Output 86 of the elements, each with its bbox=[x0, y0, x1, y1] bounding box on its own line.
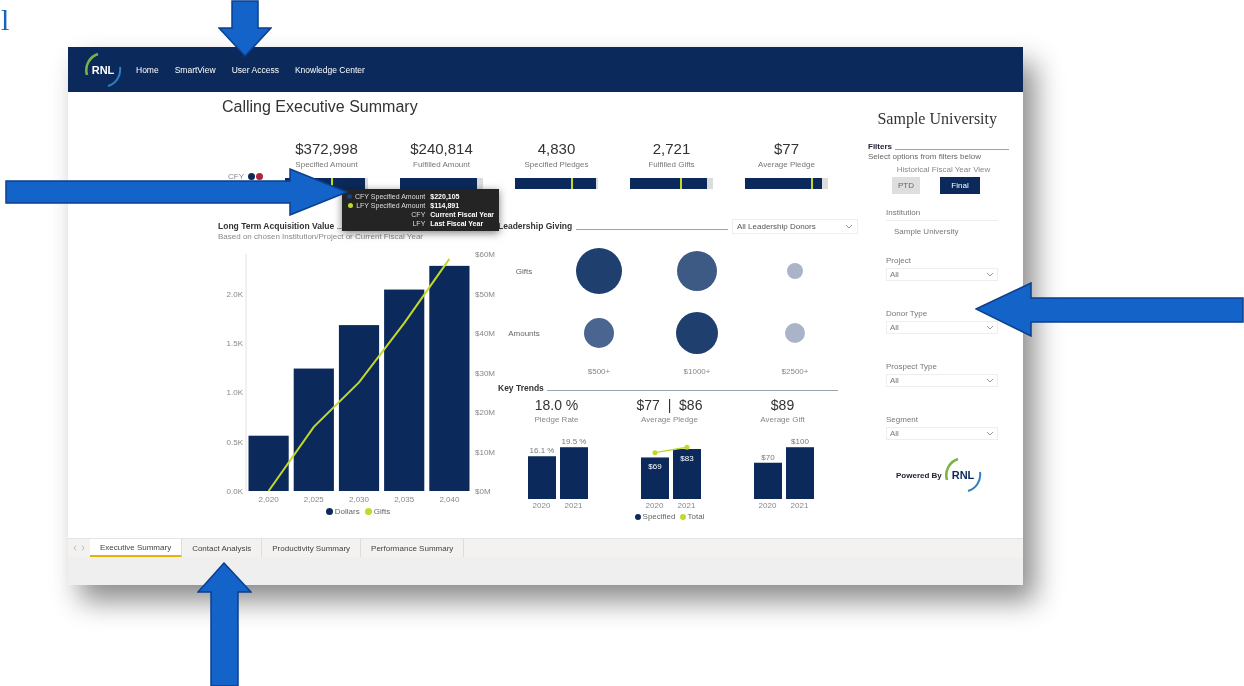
filter-label: Prospect Type bbox=[886, 362, 938, 373]
powered-by-label: Powered By bbox=[896, 470, 942, 480]
trend-value: $89 bbox=[770, 397, 795, 414]
logo: RNL bbox=[84, 50, 122, 89]
filter-label: Segment bbox=[886, 415, 920, 426]
kpi-value: $77 bbox=[774, 140, 799, 158]
filter-dropdown[interactable]: All bbox=[886, 268, 998, 281]
nav-link[interactable]: Home bbox=[136, 64, 159, 75]
axis-label: $10M bbox=[475, 447, 495, 457]
legend-item: Dollars bbox=[325, 507, 360, 516]
filter-dropdown[interactable]: All bbox=[886, 427, 998, 440]
filter-dropdown[interactable]: All bbox=[886, 374, 998, 387]
category-label: 2021 bbox=[789, 501, 810, 510]
kpi-label: Specified Amount bbox=[295, 160, 358, 170]
category-label: 2021 bbox=[563, 501, 584, 510]
kpi-label: Fulfilled Gifts bbox=[648, 160, 695, 170]
filter-label: Donor Type bbox=[886, 309, 929, 320]
data-label: $70 bbox=[760, 452, 775, 462]
row-label: Amounts bbox=[508, 328, 540, 338]
legend-item: Specified bbox=[634, 512, 676, 521]
legend-item: Total bbox=[679, 512, 705, 521]
trend-value: $77 | $86 bbox=[636, 397, 703, 414]
trend-label: Average Pledge bbox=[641, 415, 698, 424]
toggle-button[interactable]: Final bbox=[940, 177, 980, 194]
filters-hint: Select options from filters below bbox=[868, 152, 982, 161]
axis-label: $0M bbox=[475, 487, 491, 496]
axis-label: $40M bbox=[475, 329, 495, 338]
row-label: Gifts bbox=[515, 266, 533, 276]
axis-label: $50M bbox=[475, 289, 495, 299]
donor-dropdown[interactable]: All Leadership Donors bbox=[732, 218, 858, 234]
institution-title: Sample University bbox=[877, 110, 997, 128]
trend-label: Pledge Rate bbox=[534, 415, 579, 424]
axis-label: $20M bbox=[475, 408, 495, 417]
nav-link[interactable]: User Access bbox=[231, 64, 279, 75]
axis-label: 2,030 bbox=[349, 495, 369, 504]
filter-dropdown[interactable]: All bbox=[886, 321, 998, 334]
nav-link[interactable]: Knowledge Center bbox=[294, 64, 365, 75]
axis-label: 2,025 bbox=[303, 495, 324, 504]
axis-label: 0.5K bbox=[226, 437, 243, 447]
legend-label: CFY bbox=[228, 172, 244, 181]
data-label: 19.5 % bbox=[561, 437, 586, 447]
column-label: $2500+ bbox=[781, 366, 809, 376]
kpi-label: Specified Pledges bbox=[524, 160, 589, 170]
kpi-label: Fulfilled Amount bbox=[413, 160, 470, 170]
column-label: $500+ bbox=[587, 366, 611, 376]
category-label: 2020 bbox=[531, 501, 552, 510]
kpi-value: $240,814 bbox=[410, 140, 473, 158]
toggle-label: Historical Fiscal Year View bbox=[896, 165, 991, 174]
page-tab[interactable]: Executive Summary bbox=[90, 539, 183, 557]
filter-label: Project bbox=[886, 256, 912, 267]
axis-label: 2,035 bbox=[394, 495, 415, 504]
data-label: $100 bbox=[790, 437, 809, 447]
axis-label: 2,040 bbox=[439, 495, 460, 504]
kpi-label: Average Pledge bbox=[758, 160, 815, 170]
kpi-value: $372,998 bbox=[295, 140, 358, 158]
filter-label: Institution bbox=[886, 208, 998, 221]
axis-label: 0.0K bbox=[226, 487, 243, 496]
kpi-value: 4,830 bbox=[537, 140, 576, 158]
category-label: 2020 bbox=[644, 501, 665, 510]
legend-item: Gifts bbox=[364, 507, 391, 516]
column-label: $1000+ bbox=[683, 366, 711, 376]
nav-link[interactable]: SmartView bbox=[174, 64, 216, 75]
filters-heading: Filters bbox=[868, 142, 892, 151]
axis-label: 2,020 bbox=[258, 495, 279, 504]
panel-title: Key Trends bbox=[498, 383, 544, 393]
panel-subtitle: Based on chosen Institution/Project or Current Fiscal Year bbox=[218, 232, 424, 241]
category-label: 2020 bbox=[757, 501, 778, 510]
axis-label: 1.5K bbox=[226, 338, 243, 348]
dashboard-title: Calling Executive Summary bbox=[221, 97, 419, 117]
data-label: $69 bbox=[647, 462, 662, 472]
data-label: $83 bbox=[679, 454, 694, 463]
panel-title: Leadership Giving bbox=[498, 221, 573, 231]
data-label: 16.1 % bbox=[529, 446, 554, 456]
axis-label: 1.0K bbox=[226, 388, 243, 398]
toggle-button[interactable]: PTD bbox=[892, 177, 920, 194]
axis-label: $30M bbox=[475, 368, 495, 378]
axis-label: 2.0K bbox=[226, 289, 243, 299]
category-label: 2021 bbox=[676, 501, 697, 510]
kpi-value: 2,721 bbox=[652, 140, 691, 158]
trend-value: 18.0 % bbox=[534, 397, 579, 414]
logo: RNL bbox=[943, 456, 982, 494]
axis-label: $60M bbox=[475, 250, 495, 259]
panel-title: Long Term Acquisition Value bbox=[218, 221, 335, 231]
list-item[interactable]: Sample University bbox=[886, 221, 998, 236]
document-text: l bbox=[0, 3, 10, 36]
trend-label: Average Gift bbox=[760, 415, 805, 424]
